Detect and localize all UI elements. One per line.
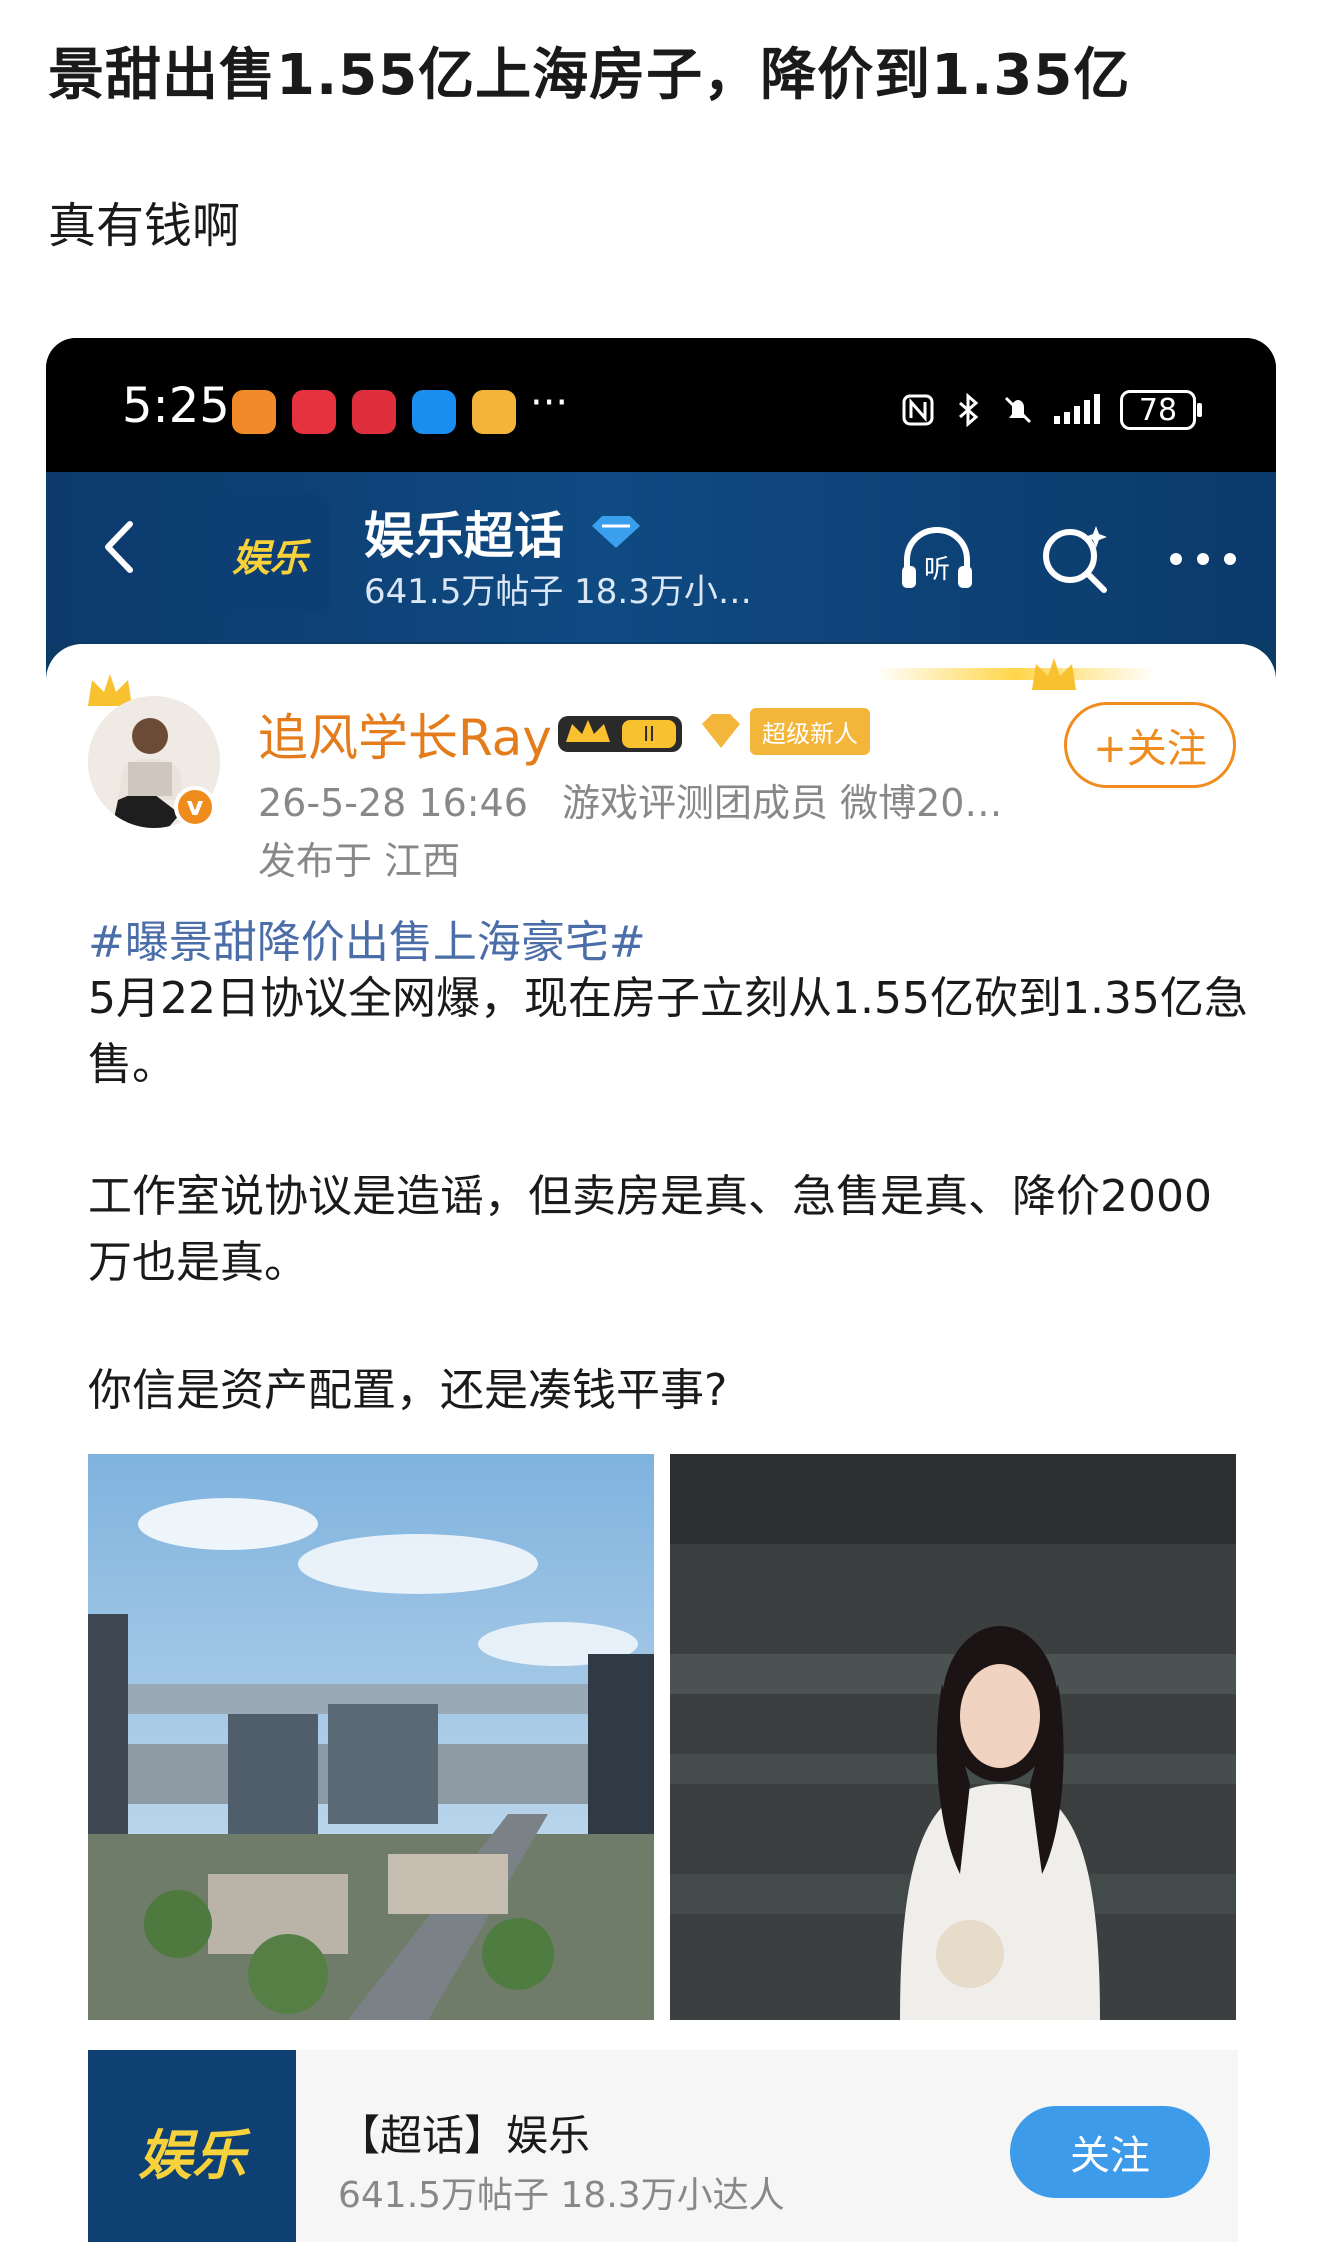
bluetooth-icon xyxy=(959,392,979,428)
app-notification-icon xyxy=(352,390,396,434)
verified-icon: v xyxy=(174,786,216,828)
battery-icon: 78 xyxy=(1120,390,1202,430)
group-logo-text: 娱乐 xyxy=(231,535,308,580)
post-title: 景甜出售1.55亿上海房子，降价到1.35亿 xyxy=(48,43,1131,108)
level-badge-text: II xyxy=(643,722,655,746)
message-notification-icon xyxy=(412,390,456,434)
post-paragraph: 5月22日协议全网爆，现在房子立刻从1.55亿砍到1.35亿急售。 xyxy=(88,973,1248,1090)
group-logo[interactable]: 娱乐 xyxy=(210,494,330,614)
follow-author-button[interactable]: +关注 xyxy=(1064,702,1236,788)
follow-supertopic-button[interactable]: 关注 xyxy=(1010,2106,1210,2198)
app-notification-icon xyxy=(232,390,276,434)
supertopic-stats: 641.5万帖子 18.3万小达人 xyxy=(338,2175,785,2216)
embedded-screenshot: 5:25 ··· 78 娱乐 娱乐超话 641.5万帖子 18.3万小… 听 v… xyxy=(46,338,1276,2242)
search-icon[interactable] xyxy=(1030,514,1120,604)
more-notifications-icon: ··· xyxy=(530,380,569,426)
mute-bell-icon xyxy=(1004,396,1032,424)
post-image-cityscape[interactable] xyxy=(88,1454,654,2020)
super-newbie-label: 超级新人 xyxy=(750,707,870,755)
status-time: 5:25 xyxy=(122,378,230,434)
cityscape-photo xyxy=(88,1454,654,2020)
supertopic-logo: 娱乐 xyxy=(88,2050,296,2242)
status-icons: 78 xyxy=(900,390,1202,430)
supertopic-card[interactable]: 娱乐 【超话】娱乐 641.5万帖子 18.3万小达人 关注 xyxy=(88,2050,1238,2242)
crown-icon xyxy=(1032,658,1076,690)
signal-icon xyxy=(1054,394,1100,424)
super-newbie-badge: 超级新人 xyxy=(698,707,870,755)
more-options-icon[interactable] xyxy=(1158,514,1248,604)
listen-icon[interactable]: 听 xyxy=(892,514,982,604)
post-body: 真有钱啊 xyxy=(48,198,241,254)
supertopic-header: 娱乐 娱乐超话 641.5万帖子 18.3万小… 听 xyxy=(46,472,1276,642)
weibo-post-card: v 追风学长Ray II 超级新人 +关注 26-5-28 16:46 游戏评测… xyxy=(46,644,1276,2242)
app-notification-icon xyxy=(292,390,336,434)
diamond-badge-icon xyxy=(702,714,740,748)
author-name[interactable]: 追风学长Ray xyxy=(258,698,552,770)
portrait-photo xyxy=(670,1454,1236,2020)
status-bar: 5:25 ··· 78 xyxy=(46,338,1276,472)
group-stats: 641.5万帖子 18.3万小… xyxy=(364,572,752,612)
post-paragraph: 工作室说协议是造谣，但卖房是真、急售是真、降价2000万也是真。 xyxy=(88,1171,1212,1288)
post-location: 发布于 江西 xyxy=(258,839,461,883)
author-tags: 游戏评测团成员 微博20… xyxy=(562,781,1003,825)
app-notification-icon xyxy=(472,390,516,434)
hashtag-link[interactable]: #曝景甜降价出售上海豪宅# xyxy=(88,906,646,970)
level-badge-icon: II xyxy=(558,716,682,752)
supertopic-logo-text: 娱乐 xyxy=(138,2123,246,2187)
post-meta: 26-5-28 16:46 游戏评测团成员 微博20… xyxy=(258,772,1002,827)
back-arrow-icon[interactable] xyxy=(86,512,156,582)
card-decoration xyxy=(876,668,1156,680)
svg-text:听: 听 xyxy=(924,555,950,585)
supertopic-name: 【超话】娱乐 xyxy=(338,2111,591,2160)
diamond-badge-icon xyxy=(592,516,640,548)
post-time: 26-5-28 16:46 xyxy=(258,781,528,825)
post-image-portrait[interactable] xyxy=(670,1454,1236,2020)
nfc-icon xyxy=(902,394,934,426)
group-title[interactable]: 娱乐超话 xyxy=(364,496,564,568)
post-paragraph: 你信是资产配置，还是凑钱平事? xyxy=(88,1365,728,1416)
